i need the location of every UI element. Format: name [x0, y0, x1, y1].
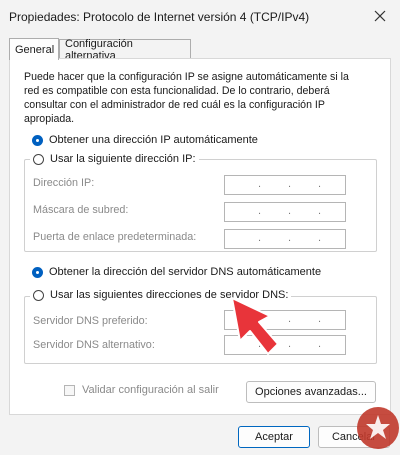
- subnet-mask-label: Máscara de subred:: [33, 204, 129, 216]
- validate-checkbox-row[interactable]: Validar configuración al salir: [64, 384, 219, 396]
- accept-button[interactable]: Aceptar: [238, 426, 310, 448]
- tab-general[interactable]: General: [9, 38, 59, 60]
- intro-text: Puede hacer que la configuración IP se a…: [24, 71, 349, 125]
- advanced-options-button[interactable]: Opciones avanzadas...: [246, 381, 376, 403]
- radio-dns-manual-indicator[interactable]: [33, 289, 44, 301]
- pointer-arrow-icon: [231, 297, 279, 355]
- ip-address-label: Dirección IP:: [33, 177, 95, 189]
- title-bar: Propiedades: Protocolo de Internet versi…: [0, 0, 400, 32]
- dns-preferred-label: Servidor DNS preferido:: [33, 315, 148, 327]
- gateway-label: Puerta de enlace predeterminada:: [33, 231, 197, 243]
- validate-checkbox[interactable]: [64, 384, 75, 396]
- radio-dns-auto-indicator[interactable]: [32, 266, 43, 278]
- close-icon[interactable]: [368, 4, 392, 28]
- logo-icon: [357, 407, 399, 449]
- dns-alternate-label: Servidor DNS alternativo:: [33, 339, 155, 351]
- radio-ip-manual-indicator[interactable]: [33, 153, 44, 165]
- radio-ip-auto-indicator[interactable]: [32, 134, 43, 146]
- validate-label: Validar configuración al salir: [82, 384, 219, 396]
- radio-ip-manual-label: Usar la siguiente dirección IP:: [50, 153, 196, 165]
- radio-ip-manual[interactable]: Usar la siguiente dirección IP:: [30, 153, 199, 165]
- radio-ip-auto-label: Obtener una dirección IP automáticamente: [49, 134, 258, 146]
- radio-dns-auto-label: Obtener la dirección del servidor DNS au…: [49, 266, 322, 278]
- gateway-input[interactable]: ...: [224, 229, 346, 249]
- radio-ip-auto[interactable]: Obtener una dirección IP automáticamente: [32, 134, 258, 146]
- ip-address-input[interactable]: ...: [224, 175, 346, 195]
- subnet-mask-input[interactable]: ...: [224, 202, 346, 222]
- window-title: Propiedades: Protocolo de Internet versi…: [9, 10, 310, 24]
- radio-dns-auto[interactable]: Obtener la dirección del servidor DNS au…: [32, 266, 321, 278]
- tab-alternative-config[interactable]: Configuración alternativa: [59, 38, 191, 62]
